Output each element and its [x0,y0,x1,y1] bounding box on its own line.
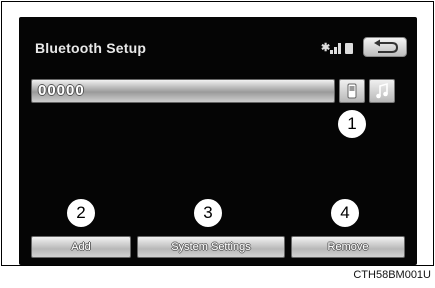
phone-profile-button[interactable] [339,79,365,103]
device-list-item[interactable]: 00000 [31,79,335,103]
device-name: 00000 [38,82,85,99]
bluetooth-icon: ✱ [321,42,331,54]
callout-4: 4 [331,199,359,227]
remove-button[interactable]: Remove [291,236,405,258]
music-note-icon [376,82,388,99]
status-bar: ✱ [321,41,355,55]
system-settings-button[interactable]: System Settings [137,236,285,258]
audio-profile-button[interactable] [369,79,395,103]
phone-icon [347,83,357,99]
back-arrow-icon [374,39,399,53]
back-button[interactable] [363,37,407,57]
add-button[interactable]: Add [31,236,131,258]
screen-title: Bluetooth Setup [35,40,147,56]
display-screen: Bluetooth Setup ✱ 00000 1 2 3 4 Add Syst… [19,17,417,265]
battery-icon [345,43,353,54]
figure-frame: Bluetooth Setup ✱ 00000 1 2 3 4 Add Syst… [1,1,434,266]
callout-1: 1 [338,110,366,138]
figure-caption: CTH58BM001U [353,269,431,281]
callout-2: 2 [67,199,95,227]
callout-3: 3 [194,199,222,227]
